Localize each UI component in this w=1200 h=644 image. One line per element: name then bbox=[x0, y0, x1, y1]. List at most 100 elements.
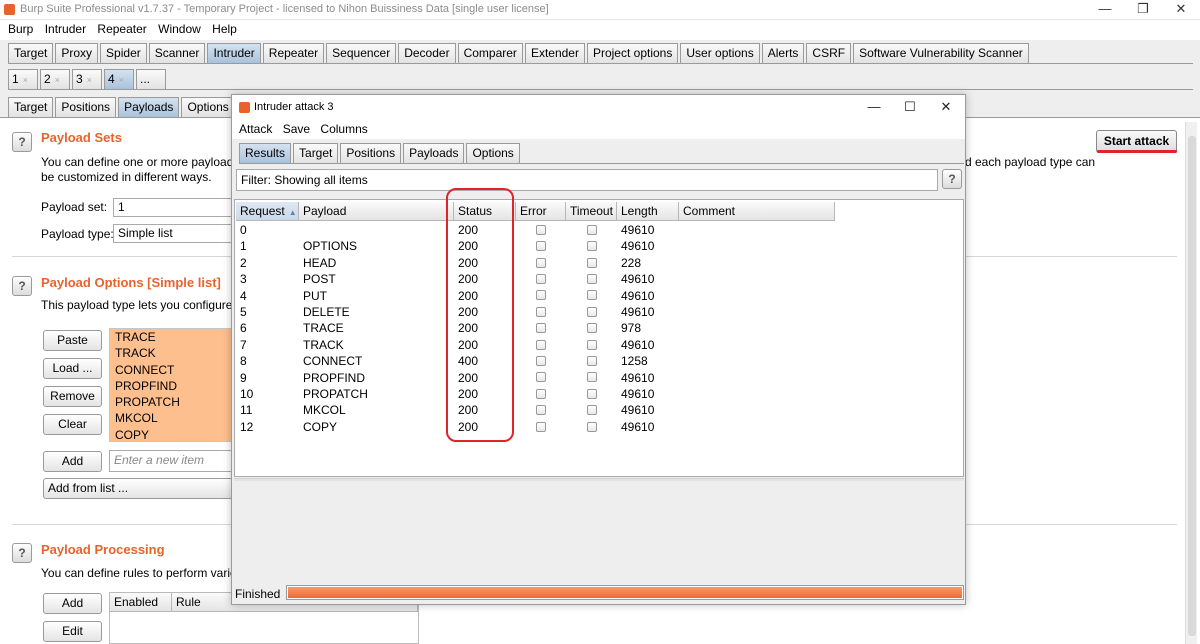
payload-list[interactable]: TRACE TRACK CONNECT PROPFIND PROPATCH MK… bbox=[109, 328, 239, 442]
list-item[interactable]: CONNECT bbox=[110, 362, 238, 378]
close-tab-icon[interactable]: × bbox=[55, 75, 60, 85]
tab-sequencer[interactable]: Sequencer bbox=[326, 43, 397, 63]
table-row[interactable]: 7 TRACK 200 49610 bbox=[236, 337, 835, 353]
help-icon[interactable]: ? bbox=[12, 132, 32, 152]
tab-decoder[interactable]: Decoder bbox=[398, 43, 456, 63]
tab-comparer[interactable]: Comparer bbox=[457, 43, 523, 63]
column-enabled[interactable]: Enabled bbox=[110, 593, 172, 612]
help-icon[interactable]: ? bbox=[12, 543, 32, 563]
tab-csrf[interactable]: CSRF bbox=[806, 43, 852, 63]
tab-target[interactable]: Target bbox=[8, 43, 54, 63]
menu-burp[interactable]: Burp bbox=[0, 20, 33, 36]
table-row[interactable]: 4 PUT 200 49610 bbox=[236, 288, 835, 304]
list-item[interactable]: COPY bbox=[110, 427, 238, 443]
column-payload[interactable]: Payload bbox=[299, 202, 454, 221]
new-item-input[interactable]: Enter a new item bbox=[109, 450, 233, 472]
cell-payload: TRACK bbox=[303, 337, 344, 352]
maximize-icon[interactable]: ☐ bbox=[892, 98, 928, 116]
main-tab-bar: Target Proxy Spider Scanner Intruder Rep… bbox=[8, 42, 1193, 64]
tab-extender[interactable]: Extender bbox=[524, 43, 585, 63]
table-row[interactable]: 11 MKCOL 200 49610 bbox=[236, 402, 835, 418]
pane-splitter[interactable] bbox=[234, 478, 964, 481]
tab-positions[interactable]: Positions bbox=[340, 143, 402, 163]
subtab-payloads[interactable]: Payloads bbox=[118, 97, 180, 117]
paste-button[interactable]: Paste bbox=[43, 330, 102, 351]
new-attack-tab[interactable]: ... bbox=[136, 69, 166, 89]
subtab-options[interactable]: Options bbox=[181, 97, 235, 117]
menu-window[interactable]: Window bbox=[150, 20, 201, 36]
attack-tab-3[interactable]: 3 × bbox=[72, 69, 102, 89]
close-tab-icon[interactable]: × bbox=[23, 75, 28, 85]
payload-set-select[interactable]: 1 bbox=[113, 198, 235, 217]
menu-help[interactable]: Help bbox=[204, 20, 237, 36]
tab-results[interactable]: Results bbox=[239, 143, 292, 163]
table-row[interactable]: 2 HEAD 200 228 bbox=[236, 255, 835, 271]
panel-scrollbar[interactable] bbox=[1185, 122, 1197, 644]
tab-intruder[interactable]: Intruder bbox=[207, 43, 261, 63]
remove-button[interactable]: Remove bbox=[43, 386, 102, 407]
tab-user-options[interactable]: User options bbox=[680, 43, 760, 63]
clear-button[interactable]: Clear bbox=[43, 414, 102, 435]
minimize-icon[interactable]: — bbox=[856, 98, 892, 116]
edit-rule-button[interactable]: Edit bbox=[43, 621, 102, 642]
table-row[interactable]: 3 POST 200 49610 bbox=[236, 271, 835, 287]
help-icon[interactable]: ? bbox=[942, 169, 962, 189]
list-item[interactable]: PROPATCH bbox=[110, 394, 238, 410]
table-row[interactable]: 5 DELETE 200 49610 bbox=[236, 304, 835, 320]
close-tab-icon[interactable]: × bbox=[87, 75, 92, 85]
table-row[interactable]: 9 PROPFIND 200 49610 bbox=[236, 370, 835, 386]
column-error[interactable]: Error bbox=[516, 202, 566, 221]
list-item[interactable]: TRACE bbox=[110, 329, 238, 345]
tab-spider[interactable]: Spider bbox=[100, 43, 147, 63]
filter-bar[interactable]: Filter: Showing all items bbox=[236, 169, 938, 191]
payload-type-select[interactable]: Simple list bbox=[113, 224, 235, 243]
restore-icon[interactable]: ❐ bbox=[1124, 0, 1162, 20]
table-row[interactable]: 8 CONNECT 400 1258 bbox=[236, 353, 835, 369]
menu-repeater[interactable]: Repeater bbox=[89, 20, 146, 36]
subtab-positions[interactable]: Positions bbox=[55, 97, 117, 117]
table-row[interactable]: 1 OPTIONS 200 49610 bbox=[236, 238, 835, 254]
attack-tab-bar: 1 × 2 × 3 × 4 × ... bbox=[8, 68, 1193, 90]
list-item[interactable]: TRACK bbox=[110, 345, 238, 361]
table-row[interactable]: 6 TRACE 200 978 bbox=[236, 320, 835, 336]
attack-tab-4[interactable]: 4 × bbox=[104, 69, 134, 89]
tab-payloads[interactable]: Payloads bbox=[403, 143, 465, 163]
load-button[interactable]: Load ... bbox=[43, 358, 102, 379]
column-comment[interactable]: Comment bbox=[679, 202, 835, 221]
add-from-list-button[interactable]: Add from list ... bbox=[43, 478, 233, 499]
menu-intruder[interactable]: Intruder bbox=[37, 20, 86, 36]
list-item[interactable]: MKCOL bbox=[110, 410, 238, 426]
tab-repeater[interactable]: Repeater bbox=[262, 43, 325, 63]
table-row[interactable]: 12 COPY 200 49610 bbox=[236, 419, 835, 435]
tab-alerts[interactable]: Alerts bbox=[761, 43, 805, 63]
menu-save[interactable]: Save bbox=[276, 119, 310, 136]
menu-attack[interactable]: Attack bbox=[232, 119, 272, 136]
help-icon[interactable]: ? bbox=[12, 276, 32, 296]
tab-target[interactable]: Target bbox=[293, 143, 339, 163]
column-request[interactable]: Request ▲ bbox=[236, 202, 299, 221]
attack-tab-2[interactable]: 2 × bbox=[40, 69, 70, 89]
scrollbar-thumb[interactable] bbox=[1188, 136, 1196, 636]
cell-length: 49610 bbox=[621, 337, 655, 352]
tab-proxy[interactable]: Proxy bbox=[55, 43, 99, 63]
tab-options[interactable]: Options bbox=[466, 143, 520, 163]
add-rule-button[interactable]: Add bbox=[43, 593, 102, 614]
subtab-target[interactable]: Target bbox=[8, 97, 54, 117]
minimize-icon[interactable]: — bbox=[1086, 0, 1124, 20]
attack-tab-label: 4 bbox=[108, 72, 115, 86]
close-icon[interactable]: ✕ bbox=[928, 98, 964, 116]
list-item[interactable]: PROPFIND bbox=[110, 378, 238, 394]
table-row[interactable]: 10 PROPATCH 200 49610 bbox=[236, 386, 835, 402]
table-row[interactable]: 0 200 49610 bbox=[236, 222, 835, 238]
add-button[interactable]: Add bbox=[43, 451, 102, 472]
burp-logo-icon bbox=[239, 102, 250, 113]
tab-scanner[interactable]: Scanner bbox=[148, 43, 206, 63]
column-timeout[interactable]: Timeout bbox=[566, 202, 617, 221]
column-length[interactable]: Length bbox=[617, 202, 679, 221]
tab-project-options[interactable]: Project options bbox=[586, 43, 679, 63]
attack-tab-1[interactable]: 1 × bbox=[8, 69, 38, 89]
tab-software-vulnerability-scanner[interactable]: Software Vulnerability Scanner bbox=[853, 43, 1029, 63]
menu-columns[interactable]: Columns bbox=[313, 119, 367, 136]
close-tab-icon[interactable]: × bbox=[119, 75, 124, 85]
close-icon[interactable]: ✕ bbox=[1162, 0, 1200, 20]
